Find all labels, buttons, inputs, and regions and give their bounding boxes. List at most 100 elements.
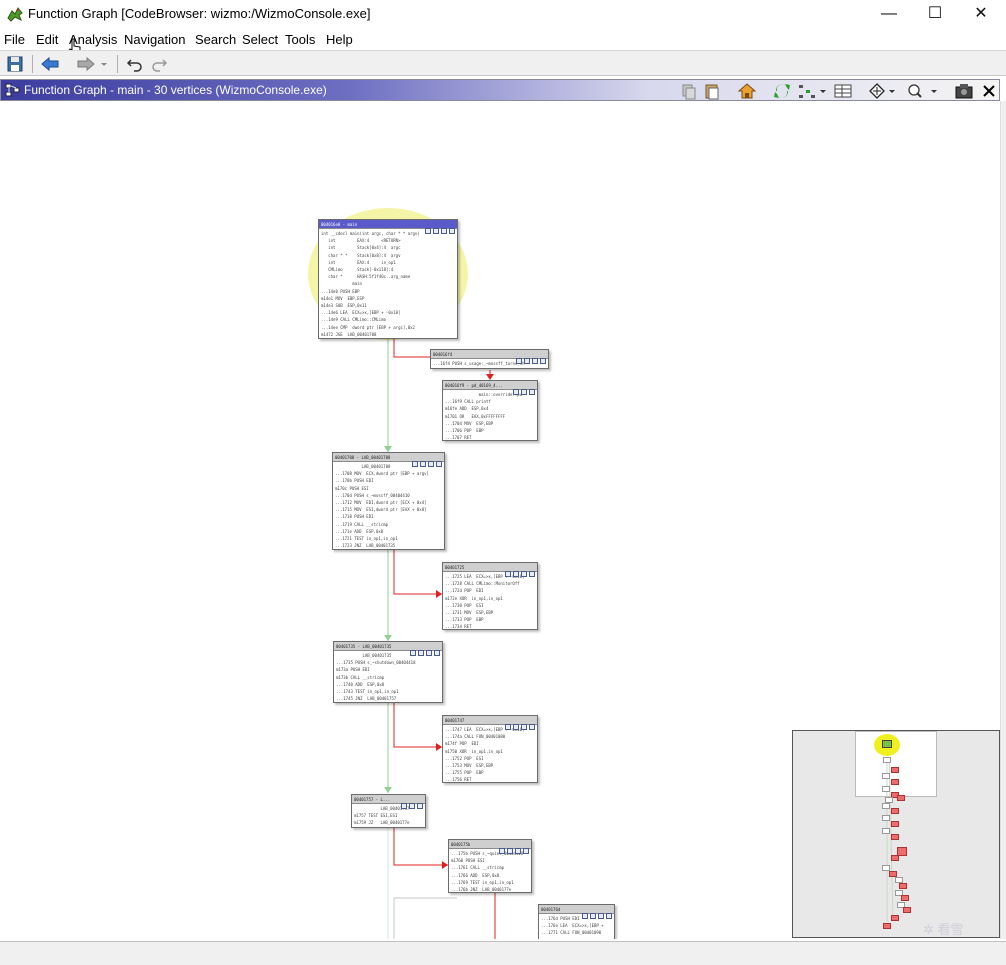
minimize-button[interactable]: —: [866, 0, 912, 28]
code-line[interactable]: ...14ee CMP dword ptr [EBP + argc],0x2: [321, 324, 455, 331]
vertical-scrollbar[interactable]: [1000, 101, 1006, 939]
code-line[interactable]: ...1718 PUSH EDI: [335, 513, 442, 520]
code-line[interactable]: m1760 PUSH ESI: [451, 857, 529, 864]
code-line[interactable]: ...1708 MOV ECX,dword ptr [EBP + argv]: [335, 470, 442, 477]
code-line[interactable]: ...1728 CALL CMLimo::MonitorOff: [445, 580, 535, 587]
vertex-window-buttons[interactable]: [408, 643, 440, 656]
menu-help[interactable]: Help: [326, 32, 353, 47]
code-line[interactable]: int EAX:4 <RETURN>: [321, 237, 455, 244]
back-arrow-icon[interactable]: [40, 54, 60, 74]
vertex-window-buttons[interactable]: [410, 454, 442, 467]
code-line[interactable]: ...172d POP EDI: [445, 587, 535, 594]
vertex-lab-1735[interactable]: 00401735 - LAB_00401735 LAB_00401735 ...1…: [333, 641, 443, 703]
vertex-1725[interactable]: 00401725 ...1725 LEA ECX=>x,[EBP + -0x10…: [442, 562, 538, 630]
code-line[interactable]: ...171e ADD ESP,0x8: [335, 528, 442, 535]
refresh-icon[interactable]: [772, 82, 792, 100]
code-line[interactable]: ...1715 MOV ESI,dword ptr [EAX + 0x8]: [335, 506, 442, 513]
code-line[interactable]: ...14e6 LEA ECX=>x,[EBP + -0x10]: [321, 309, 455, 316]
vertex-window-buttons[interactable]: [497, 841, 529, 854]
code-line[interactable]: ...1721 TEST in_op1,in_op1: [335, 535, 442, 542]
code-line[interactable]: ...1731 MOV ESP,EBP: [445, 609, 535, 616]
menu-navigation[interactable]: Navigation: [124, 32, 185, 47]
paste-icon[interactable]: [704, 82, 720, 100]
code-line[interactable]: ...1723 JNZ LAB_00401735: [335, 542, 442, 549]
code-line[interactable]: ...1756 RET: [445, 776, 535, 782]
navigate-dropdown-icon[interactable]: [867, 82, 897, 100]
vertex-1747[interactable]: 00401747 ...1747 LEA ECX=>x,[EBP + -0x10…: [442, 715, 538, 783]
code-line[interactable]: m1701 OR EAX,0xFFFFFFFF: [445, 413, 535, 420]
home-icon[interactable]: [737, 82, 757, 100]
vertex-window-buttons[interactable]: [580, 906, 612, 919]
vertex-window-buttons[interactable]: [511, 382, 535, 395]
menu-tools[interactable]: Tools: [285, 32, 315, 47]
vertex-window-buttons[interactable]: [423, 221, 455, 234]
code-line[interactable]: m1472 JGE LAB_00401708: [321, 331, 455, 338]
code-line[interactable]: ...1745 JNZ LAB_00401757: [336, 695, 440, 702]
layout-dropdown-icon[interactable]: [797, 82, 827, 100]
vertex-main[interactable]: 004016e0 - main int __cdecl main(int arg…: [318, 219, 458, 339]
code-line[interactable]: ...1755 POP EBP: [445, 769, 535, 776]
vertex-175b[interactable]: 0040175b ...175b PUSH s_~quiet_00404428 m…: [448, 839, 532, 893]
satellite-view[interactable]: ✲ 看雪: [792, 730, 1000, 938]
forward-arrow-icon[interactable]: [76, 54, 96, 74]
code-line[interactable]: ...1719 CALL __stricmp: [335, 521, 442, 528]
vertex-window-buttons[interactable]: [503, 717, 535, 730]
vertex-lab-1708[interactable]: 00401708 - LAB_00401708 LAB_00401708 ...1…: [332, 452, 445, 550]
code-line[interactable]: m14e3 SUB ESP,0x11: [321, 302, 455, 309]
code-line[interactable]: ...14e0 PUSH EBP: [321, 288, 455, 295]
code-line[interactable]: ...174a CALL FUN_00401080: [445, 733, 535, 740]
code-line[interactable]: ...1769 TEST in_op1,in_op1: [451, 879, 529, 886]
code-line[interactable]: m173a PUSH EDI: [336, 666, 440, 673]
code-line[interactable]: ...1771 CALL FUN_00401090: [541, 929, 612, 936]
code-line[interactable]: ...1734 RET: [445, 623, 535, 629]
vertex-usage[interactable]: 004016f4 ...16f4 PUSH s_usage:_~mossff_t…: [430, 349, 549, 369]
close-panel-icon[interactable]: [980, 82, 998, 100]
code-line[interactable]: ...1766 ADD ESP,0x8: [451, 872, 529, 879]
code-line[interactable]: ...170d PUSH s_~mossff_00404410: [335, 492, 442, 499]
code-line[interactable]: int Stack[0x4]:4 argc: [321, 244, 455, 251]
code-line[interactable]: m173b CALL __stricmp: [336, 674, 440, 681]
menu-edit[interactable]: Edit: [36, 32, 58, 47]
code-line[interactable]: ...1743 TEST in_op1,in_op1: [336, 688, 440, 695]
code-line[interactable]: m1757 TEST ESI,ESI: [354, 812, 423, 819]
forward-dropdown-icon[interactable]: [99, 54, 109, 74]
code-line[interactable]: ...1761 CALL __stricmp: [451, 864, 529, 871]
code-line[interactable]: ...14e9 CALL CMLimo::CMLimo: [321, 316, 455, 323]
vertex-lab-1757[interactable]: 00401757 - L... LAB_00401757 m1757 TEST E…: [351, 794, 426, 828]
format-icon[interactable]: [833, 82, 853, 100]
menu-search[interactable]: Search: [195, 32, 236, 47]
code-line[interactable]: main: [321, 280, 455, 287]
code-line[interactable]: ...1752 POP ESI: [445, 755, 535, 762]
close-window-button[interactable]: ✕: [958, 0, 1004, 28]
code-line[interactable]: ...176e LEA ECX=>x,[EBP +: [541, 922, 612, 929]
code-line[interactable]: m1750 XOR in_op1,in_op1: [445, 748, 535, 755]
code-line[interactable]: ...16f9 CALL printf: [445, 398, 535, 405]
code-line[interactable]: ...1753 MOV ESP,EBP: [445, 762, 535, 769]
vertex-window-buttons[interactable]: [503, 564, 535, 577]
code-line[interactable]: ...170b PUSH EDI: [335, 477, 442, 484]
code-line[interactable]: ...1730 POP ESI: [445, 602, 535, 609]
code-line[interactable]: CMLimo Stack[-0x118]:4: [321, 266, 455, 273]
code-line[interactable]: m174f POP EDI: [445, 740, 535, 747]
vertex-printf[interactable]: 004016f9 - pd_40169_4... main::override:…: [442, 380, 538, 441]
code-line[interactable]: m172e XOR in_op1,in_op1: [445, 595, 535, 602]
code-line[interactable]: ...1712 MOV EDI,dword ptr [ECX + 0x4]: [335, 499, 442, 506]
copy-icon[interactable]: [681, 82, 697, 100]
code-line[interactable]: LAB_00401735: [336, 652, 440, 659]
hover-popup-dropdown-icon[interactable]: [905, 82, 939, 100]
code-line[interactable]: char * * Stack[0x8]:4 argv: [321, 252, 455, 259]
undo-icon[interactable]: [126, 54, 144, 74]
snapshot-camera-icon[interactable]: [954, 82, 974, 100]
code-line[interactable]: m1759 JZ LAB_0040177e: [354, 819, 423, 826]
vertex-window-buttons[interactable]: [514, 351, 546, 364]
code-line[interactable]: ...1706 POP EBP: [445, 427, 535, 434]
code-line[interactable]: ...1733 POP EBP: [445, 616, 535, 623]
code-line[interactable]: m170c PUSH ESI: [335, 485, 442, 492]
menu-file[interactable]: File: [4, 32, 25, 47]
maximize-button[interactable]: ☐: [912, 0, 958, 28]
code-line[interactable]: ...1740 ADD ESP,0x8: [336, 681, 440, 688]
code-line[interactable]: ...1707 RET: [445, 434, 535, 440]
code-line[interactable]: ...1735 PUSH s_~shutdown_00404418: [336, 659, 440, 666]
code-line[interactable]: int EAX:4 in_op1: [321, 259, 455, 266]
menu-select[interactable]: Select: [242, 32, 278, 47]
